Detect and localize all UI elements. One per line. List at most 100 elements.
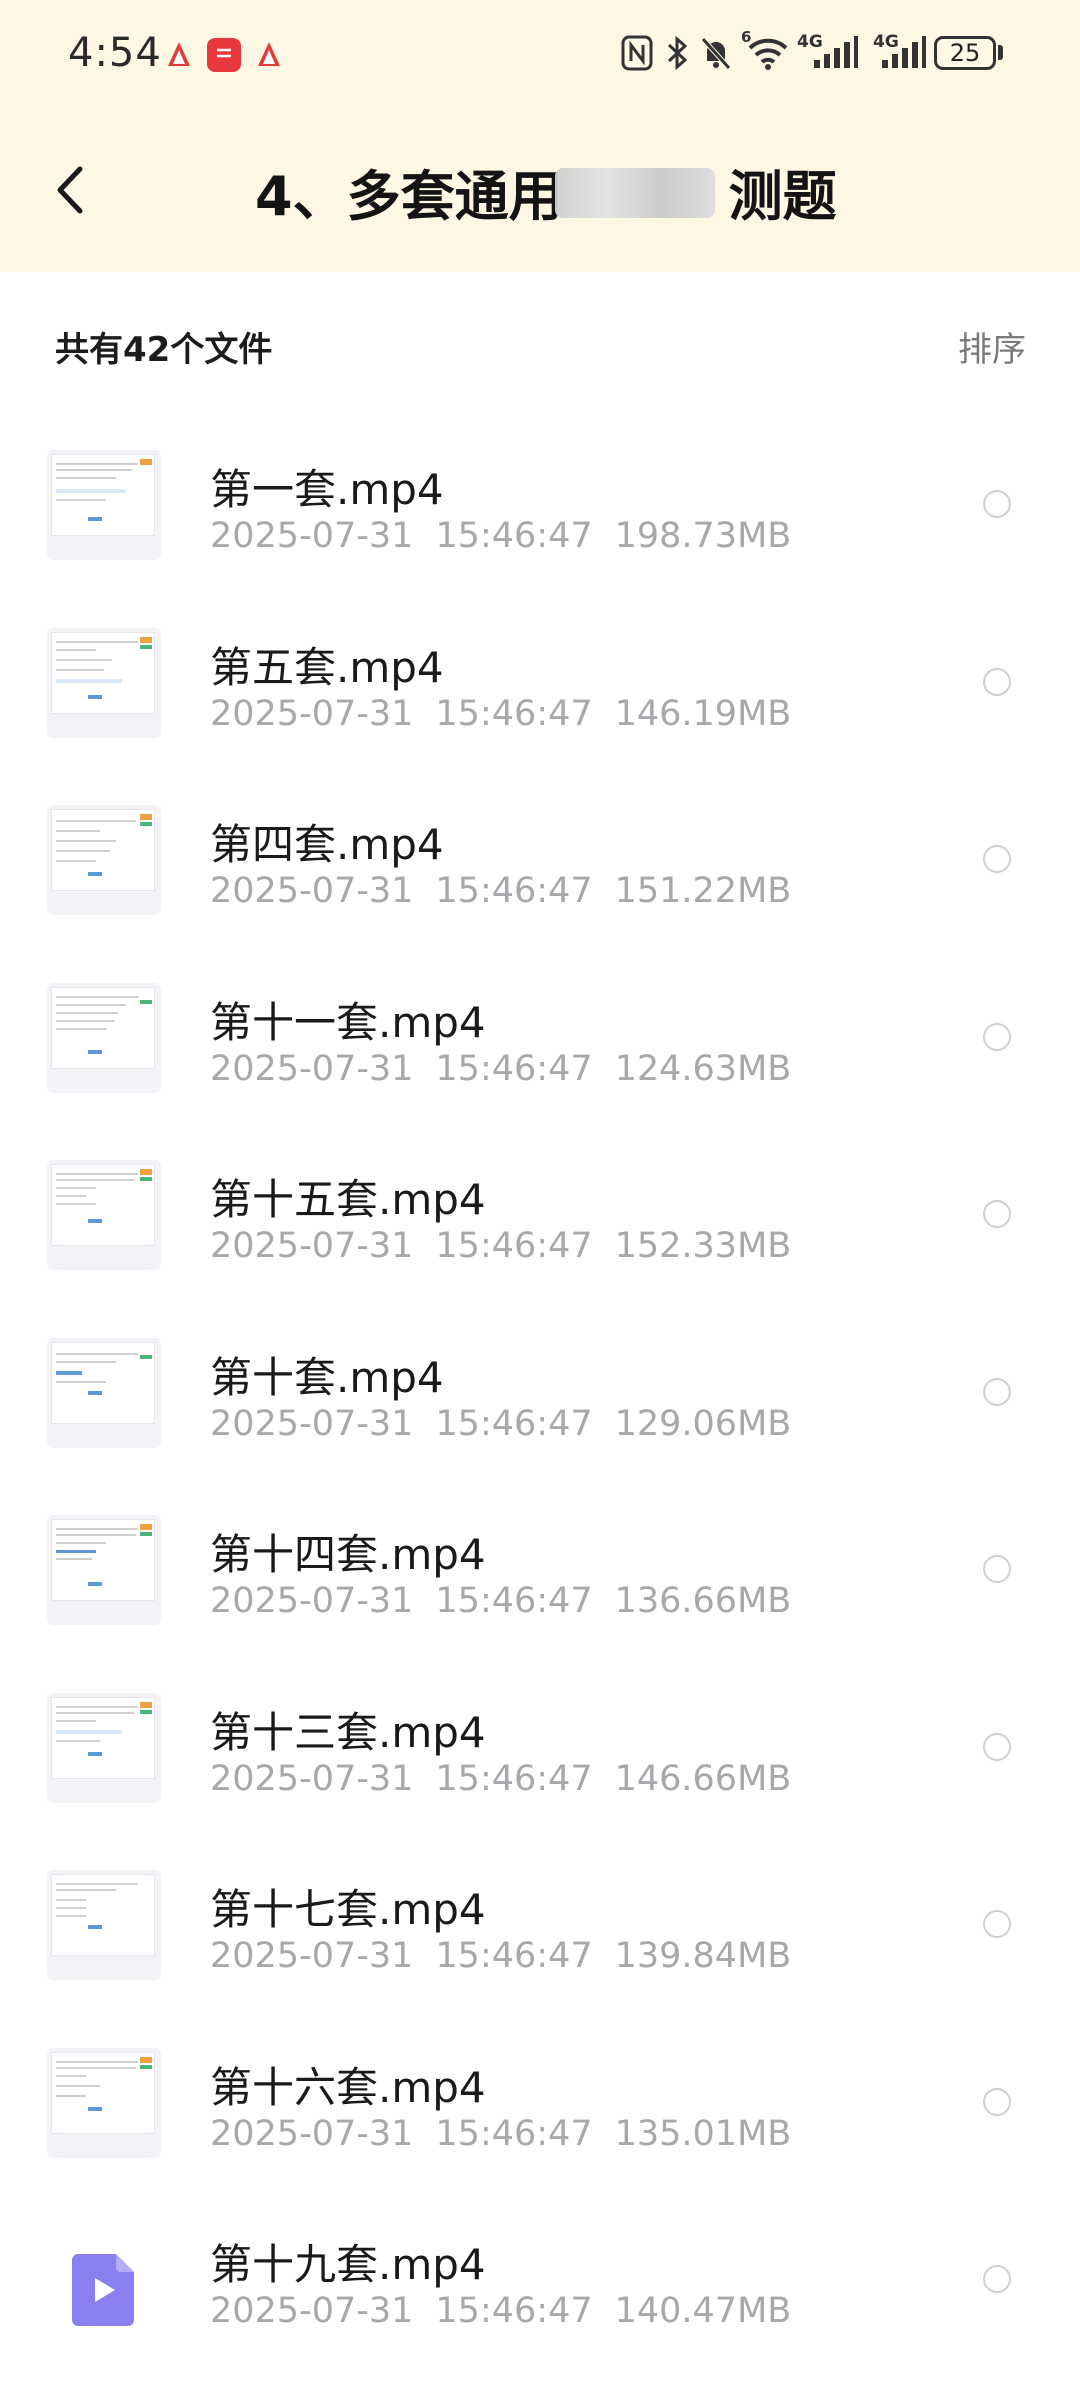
file-name: 第一套.mp4: [210, 465, 444, 514]
file-size: 198.73MB: [614, 516, 792, 556]
file-row[interactable]: 第十六套.mp4 2025-07-31 15:46:47 135.01MB: [0, 2018, 1080, 2196]
file-meta: 2025-07-31 15:46:47 152.33MB: [210, 1226, 813, 1266]
file-date: 2025-07-31: [210, 1048, 414, 1089]
file-meta: 2025-07-31 15:46:47 129.06MB: [210, 1404, 813, 1444]
file-date: 2025-07-31: [210, 2113, 414, 2154]
file-row[interactable]: 第十三套.mp4 2025-07-31 15:46:47 146.66MB: [0, 1663, 1080, 1841]
file-time: 15:46:47: [435, 1403, 593, 1444]
file-size: 140.47MB: [614, 2291, 792, 2331]
file-name: 第十六套.mp4: [210, 2062, 486, 2112]
select-radio[interactable]: [983, 490, 1011, 518]
file-date: 2025-07-31: [210, 1936, 414, 1976]
page-title-suffix: 测题: [728, 165, 837, 228]
file-time: 15:46:47: [435, 2113, 593, 2154]
bluetooth-icon: [667, 35, 688, 71]
file-row[interactable]: 第一套.mp4 2025-07-31 15:46:47 198.73MB: [0, 420, 1080, 598]
file-size: 146.19MB: [614, 693, 792, 734]
file-size: 152.33MB: [614, 1226, 792, 1266]
video-file-icon: [72, 2254, 134, 2326]
video-thumbnail: [47, 1160, 161, 1270]
file-date: 2025-07-31: [210, 871, 414, 911]
signal-strength-icon: [814, 36, 858, 68]
file-date: 2025-07-31: [210, 1758, 414, 1799]
select-radio[interactable]: [983, 2087, 1011, 2116]
file-row[interactable]: 第十七套.mp4 2025-07-31 15:46:47 139.84MB: [0, 1840, 1080, 2018]
select-radio[interactable]: [983, 2265, 1011, 2293]
page-title: 4、多套通用 测题: [255, 152, 837, 231]
file-meta: 2025-07-31 15:46:47 146.19MB: [210, 694, 813, 734]
select-radio[interactable]: [983, 1377, 1011, 1406]
file-name: 第十套.mp4: [210, 1352, 444, 1402]
file-meta: 2025-07-31 15:46:47 151.22MB: [210, 871, 813, 911]
file-time: 15:46:47: [435, 2291, 593, 2331]
file-row[interactable]: 第五套.mp4 2025-07-31 15:46:47 146.19MB: [0, 598, 1080, 776]
file-meta: 2025-07-31 15:46:47 146.66MB: [210, 1759, 813, 1799]
file-date: 2025-07-31: [210, 1581, 414, 1621]
select-radio[interactable]: [983, 1555, 1011, 1583]
battery-indicator: 25: [934, 36, 996, 70]
file-time: 15:46:47: [435, 1226, 593, 1266]
file-meta: 2025-07-31 15:46:47 136.66MB: [210, 1581, 813, 1621]
file-name: 第十七套.mp4: [210, 1885, 486, 1934]
back-button[interactable]: [46, 155, 96, 225]
sort-button[interactable]: 排序: [958, 322, 1026, 371]
select-radio[interactable]: [983, 1732, 1011, 1761]
wifi-icon: [748, 38, 788, 70]
huawei-app-icon: [207, 38, 241, 72]
file-size: 129.06MB: [614, 1403, 792, 1444]
file-row[interactable]: 第十五套.mp4 2025-07-31 15:46:47 152.33MB: [0, 1130, 1080, 1308]
battery-tip: [998, 45, 1003, 60]
redacted-title-segment: [555, 168, 715, 218]
file-name: 第十三套.mp4: [210, 1707, 486, 1757]
select-radio[interactable]: [983, 1910, 1011, 1938]
huawei-flower-icon: [168, 42, 190, 66]
video-thumbnail: [47, 450, 161, 560]
video-thumbnail: [47, 1515, 161, 1625]
file-name: 第五套.mp4: [210, 642, 444, 692]
file-row[interactable]: 第十套.mp4 2025-07-31 15:46:47 129.06MB: [0, 1308, 1080, 1486]
file-list: 第一套.mp4 2025-07-31 15:46:47 198.73MB 第五套.m…: [0, 420, 1080, 2373]
nfc-icon: [621, 35, 653, 71]
file-date: 2025-07-31: [210, 1403, 414, 1444]
video-thumbnail: [47, 1337, 161, 1448]
signal-strength-icon: [882, 36, 926, 68]
file-row[interactable]: 第十一套.mp4 2025-07-31 15:46:47 124.63MB: [0, 953, 1080, 1131]
file-row[interactable]: 第十九套.mp4 2025-07-31 15:46:47 140.47MB: [0, 2195, 1080, 2373]
file-meta: 2025-07-31 15:46:47 135.01MB: [210, 2114, 813, 2154]
file-time: 15:46:47: [435, 1048, 593, 1089]
file-size: 146.66MB: [614, 1758, 792, 1799]
file-date: 2025-07-31: [210, 2291, 414, 2331]
file-size: 135.01MB: [614, 2113, 792, 2154]
file-meta: 2025-07-31 15:46:47 140.47MB: [210, 2291, 813, 2331]
file-list-screen: 4:54 6 4G 4G 25 4、多套通用 测题 共有42个文件 排序 第一套…: [0, 0, 1080, 2403]
video-thumbnail: [47, 982, 161, 1093]
file-time: 15:46:47: [435, 1936, 593, 1976]
file-row[interactable]: 第十四套.mp4 2025-07-31 15:46:47 136.66MB: [0, 1485, 1080, 1663]
select-radio[interactable]: [983, 1022, 1011, 1051]
file-date: 2025-07-31: [210, 693, 414, 734]
select-radio[interactable]: [983, 667, 1011, 696]
file-count-label: 共有42个文件: [55, 330, 273, 370]
huawei-flower-icon: [258, 42, 280, 66]
file-time: 15:46:47: [435, 516, 593, 556]
video-thumbnail: [47, 1870, 161, 1980]
header: 4:54 6 4G 4G 25 4、多套通用 测题: [0, 0, 1080, 272]
mute-bell-icon: [701, 37, 731, 70]
page-title-prefix: 4、多套通用: [255, 165, 563, 228]
file-date: 2025-07-31: [210, 516, 414, 556]
file-time: 15:46:47: [435, 871, 593, 911]
video-thumbnail: [47, 1692, 161, 1803]
file-name: 第十一套.mp4: [210, 997, 486, 1047]
file-time: 15:46:47: [435, 1758, 593, 1799]
file-date: 2025-07-31: [210, 1226, 414, 1266]
file-row[interactable]: 第四套.mp4 2025-07-31 15:46:47 151.22MB: [0, 775, 1080, 953]
status-bar: 4:54 6 4G 4G 25: [0, 0, 1080, 110]
select-radio[interactable]: [983, 1200, 1011, 1228]
file-size: 136.66MB: [614, 1581, 792, 1621]
video-thumbnail: [47, 805, 161, 915]
status-time: 4:54: [68, 30, 162, 76]
video-thumbnail: [47, 2047, 161, 2158]
file-name: 第十九套.mp4: [210, 2240, 486, 2289]
select-radio[interactable]: [983, 845, 1011, 873]
file-size: 124.63MB: [614, 1048, 792, 1089]
